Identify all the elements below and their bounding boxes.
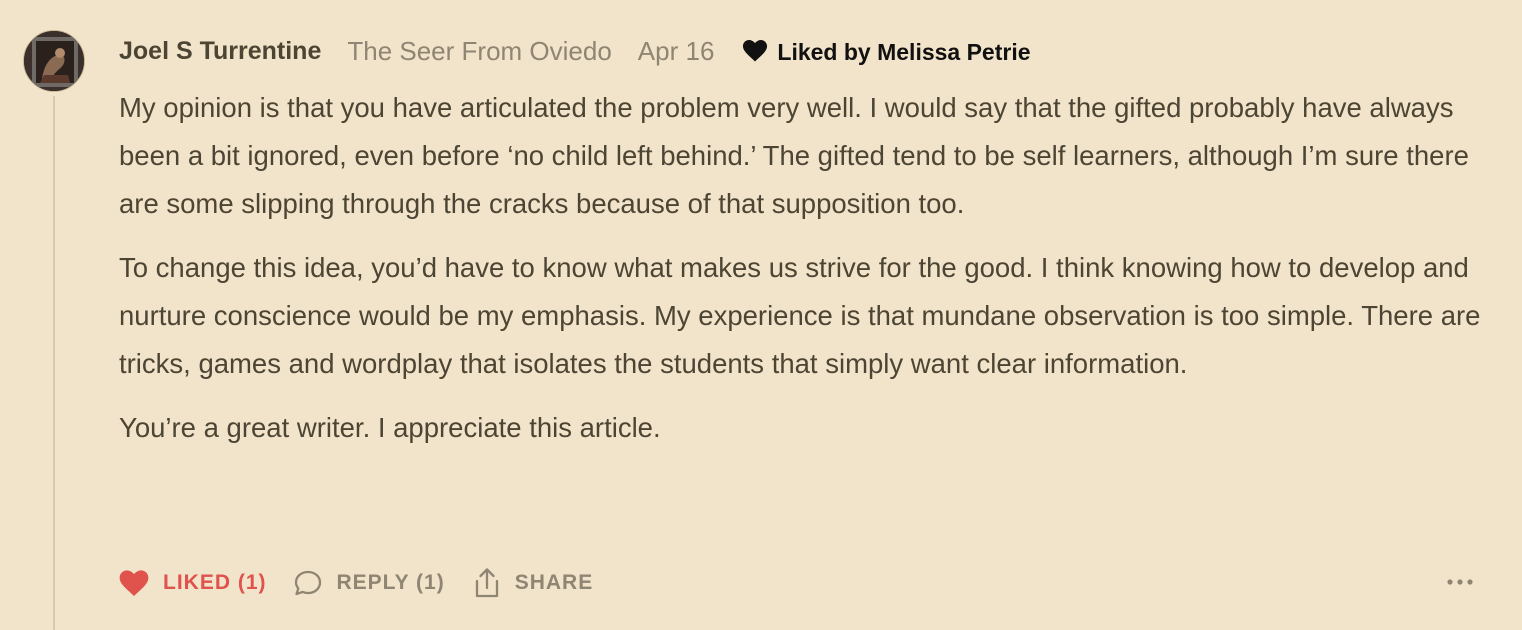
ellipsis-icon <box>1446 572 1474 597</box>
avatar[interactable] <box>23 30 85 92</box>
comment-paragraph-1: My opinion is that you have articulated … <box>119 92 1469 219</box>
comment-paragraph-2: To change this idea, you’d have to know … <box>119 252 1481 379</box>
avatar-image <box>24 31 84 91</box>
author-name[interactable]: Joel S Turrentine <box>119 37 321 66</box>
comment-date[interactable]: Apr 16 <box>638 36 715 67</box>
publication-name[interactable]: The Seer From Oviedo <box>347 36 611 67</box>
heart-icon <box>742 40 768 62</box>
comment-actions: LIKED (1) REPLY (1) SHARE <box>119 564 593 602</box>
reply-button[interactable]: REPLY (1) <box>293 568 445 598</box>
share-icon <box>473 567 501 599</box>
reply-label: REPLY (1) <box>336 571 445 594</box>
speech-bubble-icon <box>293 568 323 598</box>
liked-by-badge: Liked by Melissa Petrie <box>742 38 1031 66</box>
heart-icon <box>119 569 149 597</box>
thread-line <box>53 96 55 630</box>
comment-paragraph-3: You’re a great writer. I appreciate this… <box>119 412 661 443</box>
comment-header: Joel S Turrentine The Seer From Oviedo A… <box>119 33 1031 69</box>
comment-body: My opinion is that you have articulated … <box>119 84 1494 468</box>
share-button[interactable]: SHARE <box>473 567 594 599</box>
like-label: LIKED (1) <box>163 571 267 594</box>
liked-by-text: Liked by Melissa Petrie <box>777 38 1031 65</box>
more-options-button[interactable] <box>1446 572 1474 597</box>
share-label: SHARE <box>514 571 594 594</box>
like-button[interactable]: LIKED (1) <box>119 569 267 597</box>
